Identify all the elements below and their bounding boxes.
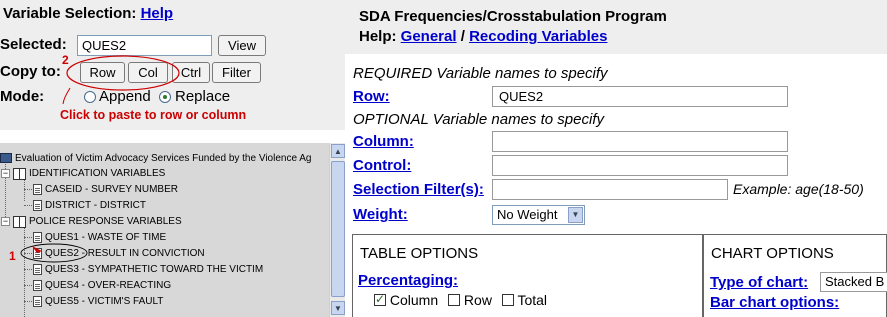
chart-options-heading: CHART OPTIONS [711, 245, 834, 262]
variable-selection-panel: Variable Selection: Help Selected: QUES2… [0, 0, 345, 317]
filter-example-text: Example: age(18-50) [733, 181, 864, 197]
scroll-down-icon[interactable]: ▼ [331, 301, 345, 315]
pct-row-checkbox[interactable] [448, 294, 461, 306]
column-field-link[interactable]: Column: [353, 133, 414, 150]
selection-filter-link[interactable]: Selection Filter(s): [353, 181, 484, 198]
help-general-link[interactable]: General [401, 28, 457, 45]
pct-total-checkbox[interactable] [501, 294, 514, 306]
annotation-ellipse-buttons [62, 55, 180, 105]
annotation-ellipse-ques2 [20, 243, 88, 263]
scroll-thumb[interactable] [331, 161, 345, 297]
program-help: Help: General / Recoding Variables [359, 28, 608, 45]
table-options-heading: TABLE OPTIONS [360, 245, 479, 262]
chart-type-select[interactable]: Stacked B [820, 272, 887, 292]
tree-scrollbar[interactable]: ▲ ▼ [329, 143, 345, 317]
column-variable-input[interactable] [492, 131, 788, 152]
chart-type-link[interactable]: Type of chart: [710, 274, 808, 291]
row-variable-input[interactable]: QUES2 [492, 86, 788, 107]
variable-tree: Evaluation of Victim Advocacy Services F… [0, 143, 345, 317]
optional-heading: OPTIONAL Variable names to specify [353, 111, 604, 128]
required-heading: REQUIRED Variable names to specify [353, 65, 608, 82]
weight-select[interactable]: No Weight ▼ [492, 205, 585, 225]
pct-column-checkbox[interactable] [374, 292, 386, 306]
chevron-down-icon: ▼ [568, 207, 583, 223]
program-header: SDA Frequencies/Crosstabulation Program … [345, 0, 887, 54]
percentaging-options: Column Row Total [374, 292, 553, 308]
weight-field-link[interactable]: Weight: [353, 206, 408, 223]
control-variable-input[interactable] [492, 155, 788, 176]
percentaging-link[interactable]: Percentaging: [358, 272, 458, 289]
variable-tree-list: Evaluation of Victim Advocacy Services F… [0, 143, 329, 317]
scroll-up-icon[interactable]: ▲ [331, 144, 345, 158]
bar-chart-options-link[interactable]: Bar chart options: [710, 294, 839, 311]
help-recoding-link[interactable]: Recoding Variables [469, 28, 607, 45]
program-title: SDA Frequencies/Crosstabulation Program [359, 8, 667, 25]
row-field-link[interactable]: Row: [353, 88, 390, 105]
control-field-link[interactable]: Control: [353, 157, 411, 174]
selection-filter-input[interactable] [492, 179, 728, 200]
